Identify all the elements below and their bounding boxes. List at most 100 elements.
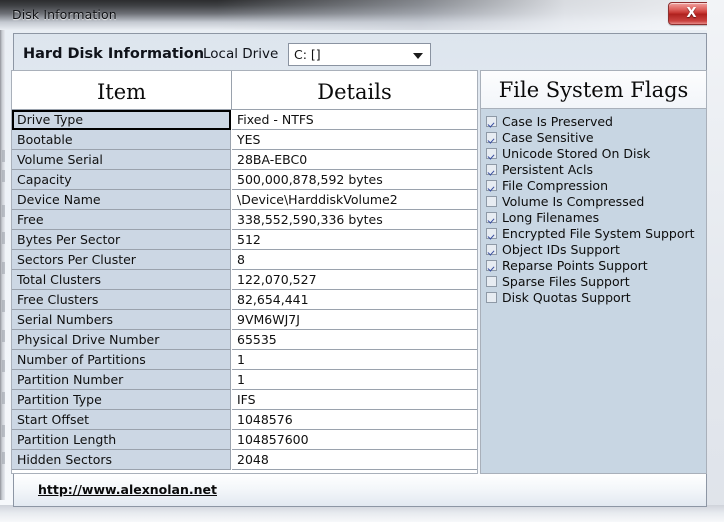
- table-cell-details[interactable]: 1: [232, 350, 477, 370]
- table-row[interactable]: Number of Partitions 1: [12, 350, 477, 370]
- window-title: Disk Information: [12, 7, 117, 22]
- table-row[interactable]: Start Offset 1048576: [12, 410, 477, 430]
- flag-label: Encrypted File System Support: [502, 225, 695, 241]
- table-cell-details[interactable]: 8: [232, 250, 477, 270]
- table-cell-item[interactable]: Device Name: [12, 190, 231, 210]
- table-row[interactable]: Partition Length 104857600: [12, 430, 477, 450]
- table-cell-details[interactable]: 1048576: [232, 410, 477, 430]
- checkbox-checked-icon[interactable]: [486, 211, 497, 223]
- table-cell-details[interactable]: 512: [232, 230, 477, 250]
- table-cell-details[interactable]: 500,000,878,592 bytes: [232, 170, 477, 190]
- checkbox-checked-icon[interactable]: [486, 163, 497, 175]
- flag-item[interactable]: Volume Is Compressed: [486, 193, 706, 209]
- local-drive-select[interactable]: C: []: [288, 43, 431, 66]
- table-cell-item[interactable]: Partition Type: [12, 390, 231, 410]
- flag-item[interactable]: Reparse Points Support: [486, 257, 706, 273]
- table-cell-details[interactable]: IFS: [232, 390, 477, 410]
- checkbox-unchecked-icon[interactable]: [486, 291, 497, 303]
- table-cell-item[interactable]: Free Clusters: [12, 290, 231, 310]
- website-link[interactable]: http://www.alexnolan.net: [38, 482, 217, 497]
- checkbox-checked-icon[interactable]: [486, 115, 497, 127]
- table-cell-details[interactable]: 2048: [232, 450, 477, 470]
- table-row[interactable]: Drive Type Fixed - NTFS: [12, 110, 477, 130]
- table-cell-item[interactable]: Partition Number: [12, 370, 231, 390]
- window-bottom-edge: [0, 505, 724, 522]
- table-cell-item[interactable]: Sectors Per Cluster: [12, 250, 231, 270]
- table-cell-details[interactable]: 9VM6WJ7J: [232, 310, 477, 330]
- window-edge-speck: [2, 360, 5, 372]
- table-cell-item[interactable]: Hidden Sectors: [12, 450, 231, 470]
- table-row[interactable]: Volume Serial 28BA-EBC0: [12, 150, 477, 170]
- flag-label: Volume Is Compressed: [502, 193, 645, 209]
- table-row[interactable]: Partition Number 1: [12, 370, 477, 390]
- table-row[interactable]: Bytes Per Sector 512: [12, 230, 477, 250]
- flag-item[interactable]: Case Is Preserved: [486, 113, 706, 129]
- flag-item[interactable]: Unicode Stored On Disk: [486, 145, 706, 161]
- table-row[interactable]: Free 338,552,590,336 bytes: [12, 210, 477, 230]
- table-cell-item[interactable]: Partition Length: [12, 430, 231, 450]
- window-edge-speck: [2, 300, 5, 312]
- table-body: Drive Type Fixed - NTFS Bootable YES Volume …: [12, 110, 477, 473]
- table-cell-details[interactable]: \Device\HarddiskVolume2: [232, 190, 477, 210]
- flag-item[interactable]: Object IDs Support: [486, 241, 706, 257]
- table-row[interactable]: Serial Numbers 9VM6WJ7J: [12, 310, 477, 330]
- table-row[interactable]: Sectors Per Cluster 8: [12, 250, 477, 270]
- table-cell-item[interactable]: Free: [12, 210, 231, 230]
- title-bar: Disk Information X: [0, 0, 724, 30]
- window-edge-speck: [2, 452, 5, 464]
- window-right-edge: [707, 0, 724, 522]
- table-cell-details[interactable]: 82,654,441: [232, 290, 477, 310]
- table-cell-details[interactable]: 338,552,590,336 bytes: [232, 210, 477, 230]
- window-frame: Disk Information X Hard Disk Information…: [0, 0, 724, 522]
- table-cell-details[interactable]: 65535: [232, 330, 477, 350]
- window-edge-speck: [2, 205, 5, 217]
- flag-item[interactable]: Long Filenames: [486, 209, 706, 225]
- checkbox-checked-icon[interactable]: [486, 259, 497, 271]
- flag-label: Disk Quotas Support: [502, 289, 631, 305]
- flag-label: Case Is Preserved: [502, 113, 613, 129]
- window-edge-speck: [2, 262, 5, 274]
- flag-item[interactable]: Disk Quotas Support: [486, 289, 706, 305]
- table-row[interactable]: Hidden Sectors 2048: [12, 450, 477, 470]
- table-cell-item[interactable]: Capacity: [12, 170, 231, 190]
- table-cell-details[interactable]: YES: [232, 130, 477, 150]
- table-cell-item[interactable]: Volume Serial: [12, 150, 231, 170]
- table-row[interactable]: Device Name \Device\HarddiskVolume2: [12, 190, 477, 210]
- table-cell-details[interactable]: 104857600: [232, 430, 477, 450]
- checkbox-checked-icon[interactable]: [486, 243, 497, 255]
- page-title: Hard Disk Information: [23, 46, 205, 62]
- table-cell-details[interactable]: Fixed - NTFS: [232, 110, 477, 130]
- checkbox-checked-icon[interactable]: [486, 179, 497, 191]
- table-cell-item[interactable]: Bootable: [12, 130, 231, 150]
- checkbox-checked-icon[interactable]: [486, 131, 497, 143]
- window-edge-speck: [2, 170, 5, 182]
- table-cell-details[interactable]: 28BA-EBC0: [232, 150, 477, 170]
- flag-item[interactable]: Sparse Files Support: [486, 273, 706, 289]
- table-cell-item[interactable]: Number of Partitions: [12, 350, 231, 370]
- table-row[interactable]: Free Clusters 82,654,441: [12, 290, 477, 310]
- flag-item[interactable]: Case Sensitive: [486, 129, 706, 145]
- table-row[interactable]: Partition Type IFS: [12, 390, 477, 410]
- table-row[interactable]: Total Clusters 122,070,527: [12, 270, 477, 290]
- flag-label: Long Filenames: [502, 209, 600, 225]
- flag-item[interactable]: Persistent Acls: [486, 161, 706, 177]
- table-cell-item[interactable]: Serial Numbers: [12, 310, 231, 330]
- checkbox-unchecked-icon[interactable]: [486, 275, 497, 287]
- table-cell-item[interactable]: Total Clusters: [12, 270, 231, 290]
- table-row[interactable]: Physical Drive Number 65535: [12, 330, 477, 350]
- table-cell-details[interactable]: 122,070,527: [232, 270, 477, 290]
- flag-item[interactable]: Encrypted File System Support: [486, 225, 706, 241]
- table-cell-item[interactable]: Drive Type: [12, 110, 231, 130]
- local-drive-label: Local Drive: [203, 46, 279, 62]
- table-row[interactable]: Capacity 500,000,878,592 bytes: [12, 170, 477, 190]
- checkbox-checked-icon[interactable]: [486, 147, 497, 159]
- table-cell-item[interactable]: Physical Drive Number: [12, 330, 231, 350]
- footer-bar: http://www.alexnolan.net: [13, 474, 707, 507]
- table-cell-item[interactable]: Bytes Per Sector: [12, 230, 231, 250]
- checkbox-unchecked-icon[interactable]: [486, 195, 497, 207]
- table-cell-item[interactable]: Start Offset: [12, 410, 231, 430]
- checkbox-checked-icon[interactable]: [486, 227, 497, 239]
- flag-item[interactable]: File Compression: [486, 177, 706, 193]
- table-row[interactable]: Bootable YES: [12, 130, 477, 150]
- table-cell-details[interactable]: 1: [232, 370, 477, 390]
